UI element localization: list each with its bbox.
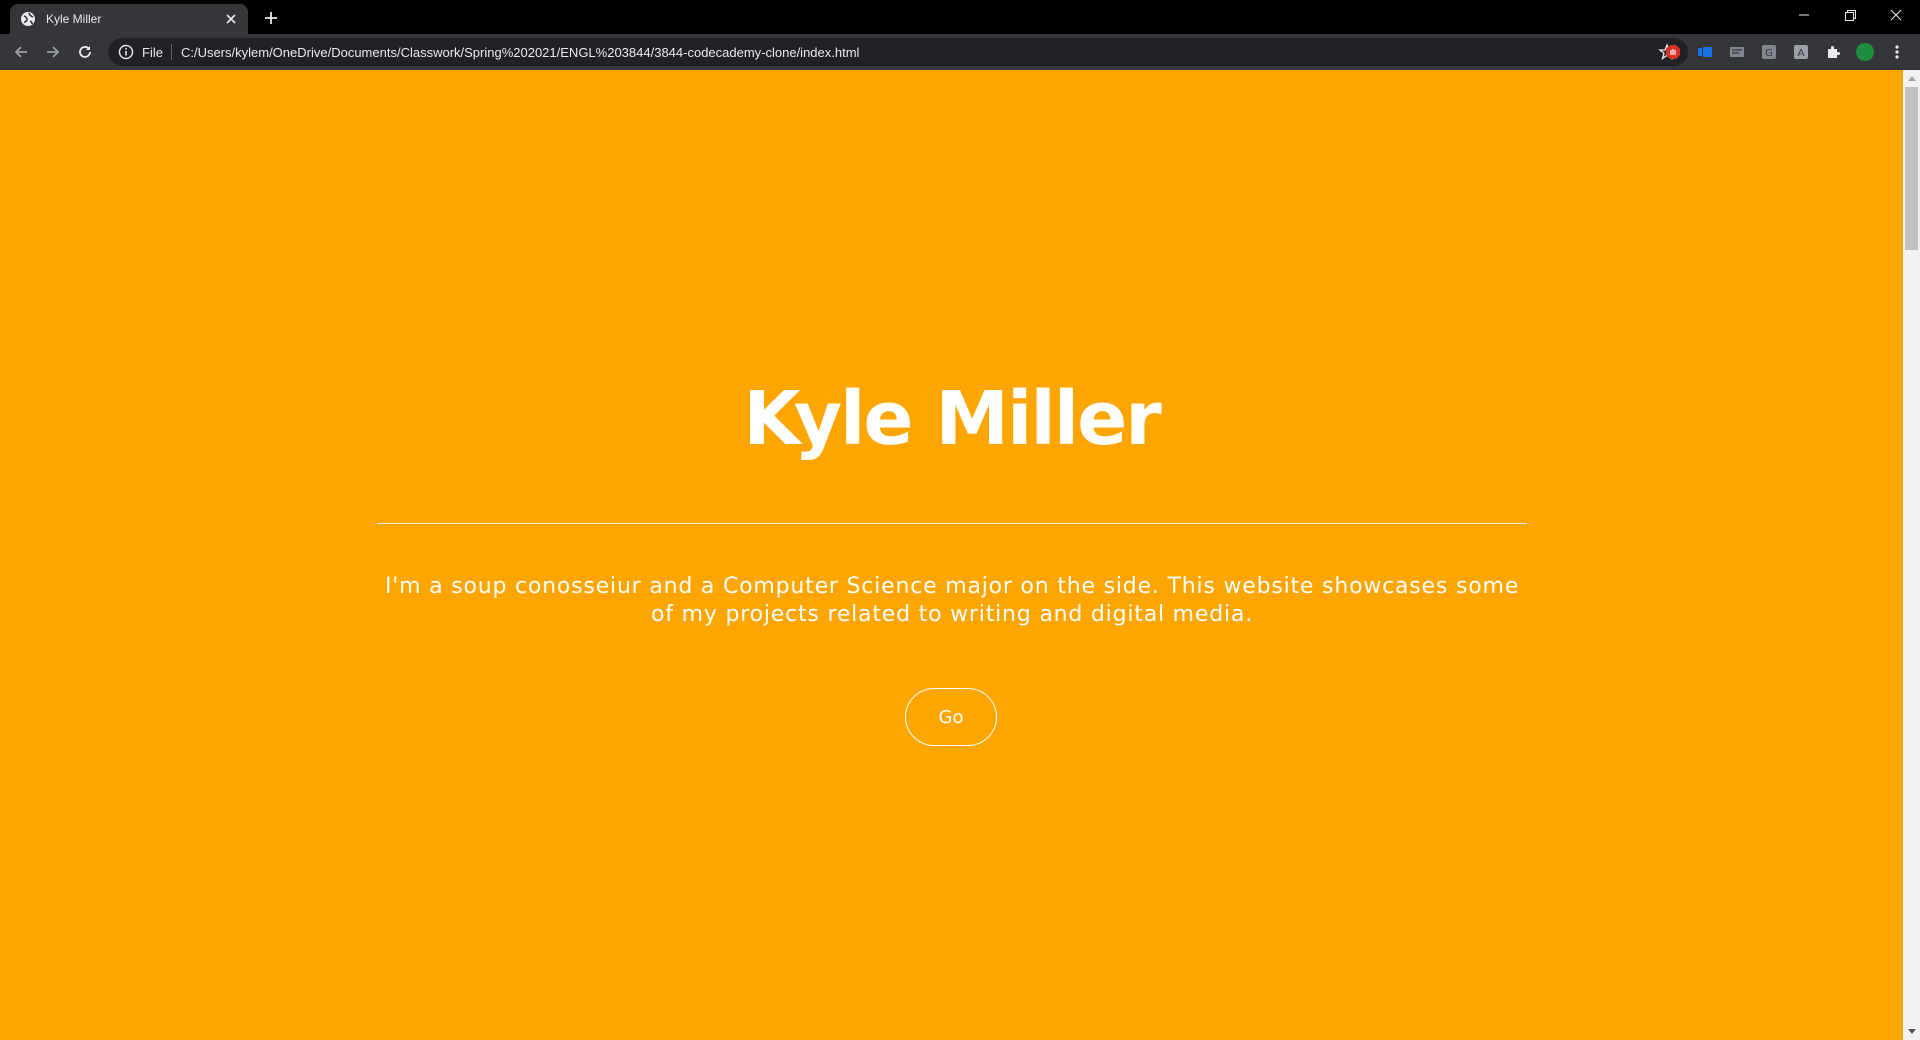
minimize-icon[interactable] [1781, 0, 1827, 30]
restore-icon[interactable] [1827, 0, 1873, 30]
hero-intro: I'm a soup conosseiur and a Computer Sci… [384, 574, 1520, 627]
svg-text:A: A [1798, 48, 1805, 59]
window-close-icon[interactable] [1873, 0, 1919, 30]
forward-arrow-icon[interactable] [41, 40, 65, 64]
puzzle-icon[interactable] [1824, 43, 1842, 61]
go-button[interactable]: Go [905, 688, 997, 746]
scroll-thumb[interactable] [1905, 87, 1918, 250]
profile-avatar-icon[interactable] [1856, 43, 1874, 61]
vertical-scrollbar[interactable] [1903, 70, 1920, 1040]
scroll-up-icon[interactable] [1903, 70, 1920, 87]
page-viewport: Kyle Miller I'm a soup conosseiur and a … [0, 70, 1903, 1040]
url-text[interactable]: C:/Users/kylem/OneDrive/Documents/Classw… [181, 45, 1658, 60]
kebab-menu-icon[interactable] [1888, 43, 1906, 61]
adblock-icon[interactable] [1664, 43, 1682, 61]
extension-blue-icon[interactable] [1696, 43, 1714, 61]
svg-text:G: G [1765, 48, 1773, 59]
info-icon[interactable] [118, 44, 134, 60]
scroll-down-icon[interactable] [1903, 1023, 1920, 1040]
reload-icon[interactable] [73, 40, 97, 64]
security-chip: File [142, 44, 163, 60]
new-tab-button[interactable] [260, 7, 282, 29]
tab-strip: Kyle Miller [0, 0, 1920, 34]
extension-grey-icon[interactable] [1728, 43, 1746, 61]
globe-icon [20, 11, 36, 27]
omnibox-separator [170, 44, 172, 60]
address-bar[interactable]: File C:/Users/kylem/OneDrive/Documents/C… [108, 38, 1688, 66]
hero-divider [377, 523, 1527, 524]
tab-close-icon[interactable] [222, 10, 240, 28]
browser-tab[interactable]: Kyle Miller [10, 4, 248, 34]
back-arrow-icon[interactable] [9, 40, 33, 64]
browser-toolbar: File C:/Users/kylem/OneDrive/Documents/C… [0, 34, 1920, 70]
extension-k-icon[interactable]: A [1792, 43, 1810, 61]
tab-title: Kyle Miller [46, 12, 102, 26]
hero-title: Kyle Miller [743, 376, 1162, 462]
grammarly-icon[interactable]: G [1760, 43, 1778, 61]
